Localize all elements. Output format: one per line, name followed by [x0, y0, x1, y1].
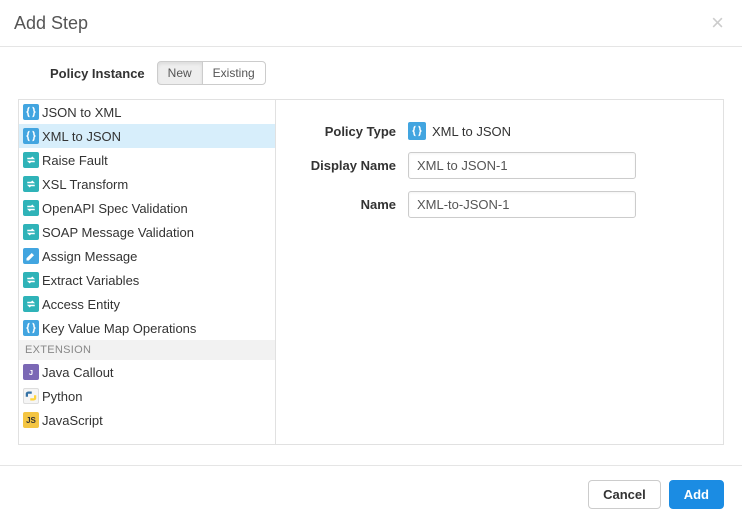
display-name-label: Display Name: [276, 158, 396, 173]
pencil-icon: [23, 248, 39, 264]
arrows-icon: [23, 296, 39, 312]
policy-instance-toggle: New Existing: [157, 61, 266, 85]
policy-item-label: JSON to XML: [42, 105, 121, 120]
svg-text:J: J: [29, 368, 33, 377]
name-input[interactable]: [408, 191, 636, 218]
arrows-icon: [23, 272, 39, 288]
java-icon: J: [23, 364, 39, 380]
policy-item-label: XSL Transform: [42, 177, 128, 192]
braces-icon: [408, 122, 426, 140]
policy-item[interactable]: Access Entity: [19, 292, 275, 316]
dialog-header: Add Step ×: [0, 0, 742, 47]
arrows-icon: [23, 152, 39, 168]
arrows-icon: [23, 176, 39, 192]
policy-instance-toolbar: Policy Instance New Existing: [0, 47, 742, 99]
policy-item[interactable]: OpenAPI Spec Validation: [19, 196, 275, 220]
policy-item-label: OpenAPI Spec Validation: [42, 201, 188, 216]
policy-item-label: XML to JSON: [42, 129, 121, 144]
policy-item[interactable]: JSJavaScript: [19, 408, 275, 432]
policy-item-label: Java Callout: [42, 365, 114, 380]
policy-type-value: XML to JSON: [408, 122, 511, 140]
policy-item-label: Assign Message: [42, 249, 137, 264]
policy-item[interactable]: JSON to XML: [19, 100, 275, 124]
policy-item[interactable]: XML to JSON: [19, 124, 275, 148]
policy-type-label: Policy Type: [276, 124, 396, 139]
cancel-button[interactable]: Cancel: [588, 480, 661, 509]
policy-item[interactable]: SOAP Message Validation: [19, 220, 275, 244]
braces-icon: [23, 104, 39, 120]
js-icon: JS: [23, 412, 39, 428]
policy-instance-label: Policy Instance: [50, 66, 145, 81]
policy-item[interactable]: XSL Transform: [19, 172, 275, 196]
content-area: JSON to XML XML to JSON Raise Fault XSL Tra…: [0, 99, 742, 445]
policy-item[interactable]: Key Value Map Operations: [19, 316, 275, 340]
policy-type-row: Policy Type XML to JSON: [276, 122, 693, 140]
policy-type-text: XML to JSON: [432, 124, 511, 139]
name-label: Name: [276, 197, 396, 212]
policy-item-label: SOAP Message Validation: [42, 225, 194, 240]
policy-item[interactable]: Assign Message: [19, 244, 275, 268]
policy-form-panel: Policy Type XML to JSON Display Name Nam…: [276, 99, 724, 445]
arrows-icon: [23, 224, 39, 240]
policy-item[interactable]: Extract Variables: [19, 268, 275, 292]
policy-item-label: Key Value Map Operations: [42, 321, 196, 336]
arrows-icon: [23, 200, 39, 216]
display-name-input[interactable]: [408, 152, 636, 179]
policy-item-label: Access Entity: [42, 297, 120, 312]
braces-icon: [23, 320, 39, 336]
add-button[interactable]: Add: [669, 480, 724, 509]
python-icon: [23, 388, 39, 404]
dialog-footer: Cancel Add: [0, 465, 742, 523]
policy-item-label: Python: [42, 389, 82, 404]
name-row: Name: [276, 191, 693, 218]
policy-item-label: JavaScript: [42, 413, 103, 428]
policy-item[interactable]: Python: [19, 384, 275, 408]
section-header-extension: EXTENSION: [19, 340, 275, 360]
policy-item[interactable]: J Java Callout: [19, 360, 275, 384]
policy-list-panel[interactable]: JSON to XML XML to JSON Raise Fault XSL Tra…: [18, 99, 276, 445]
policy-item[interactable]: Raise Fault: [19, 148, 275, 172]
policy-item-label: Extract Variables: [42, 273, 139, 288]
policy-item-label: Raise Fault: [42, 153, 108, 168]
display-name-row: Display Name: [276, 152, 693, 179]
dialog-title: Add Step: [14, 13, 88, 34]
new-toggle-button[interactable]: New: [157, 61, 203, 85]
braces-icon: [23, 128, 39, 144]
close-icon[interactable]: ×: [707, 12, 728, 34]
existing-toggle-button[interactable]: Existing: [202, 61, 266, 85]
